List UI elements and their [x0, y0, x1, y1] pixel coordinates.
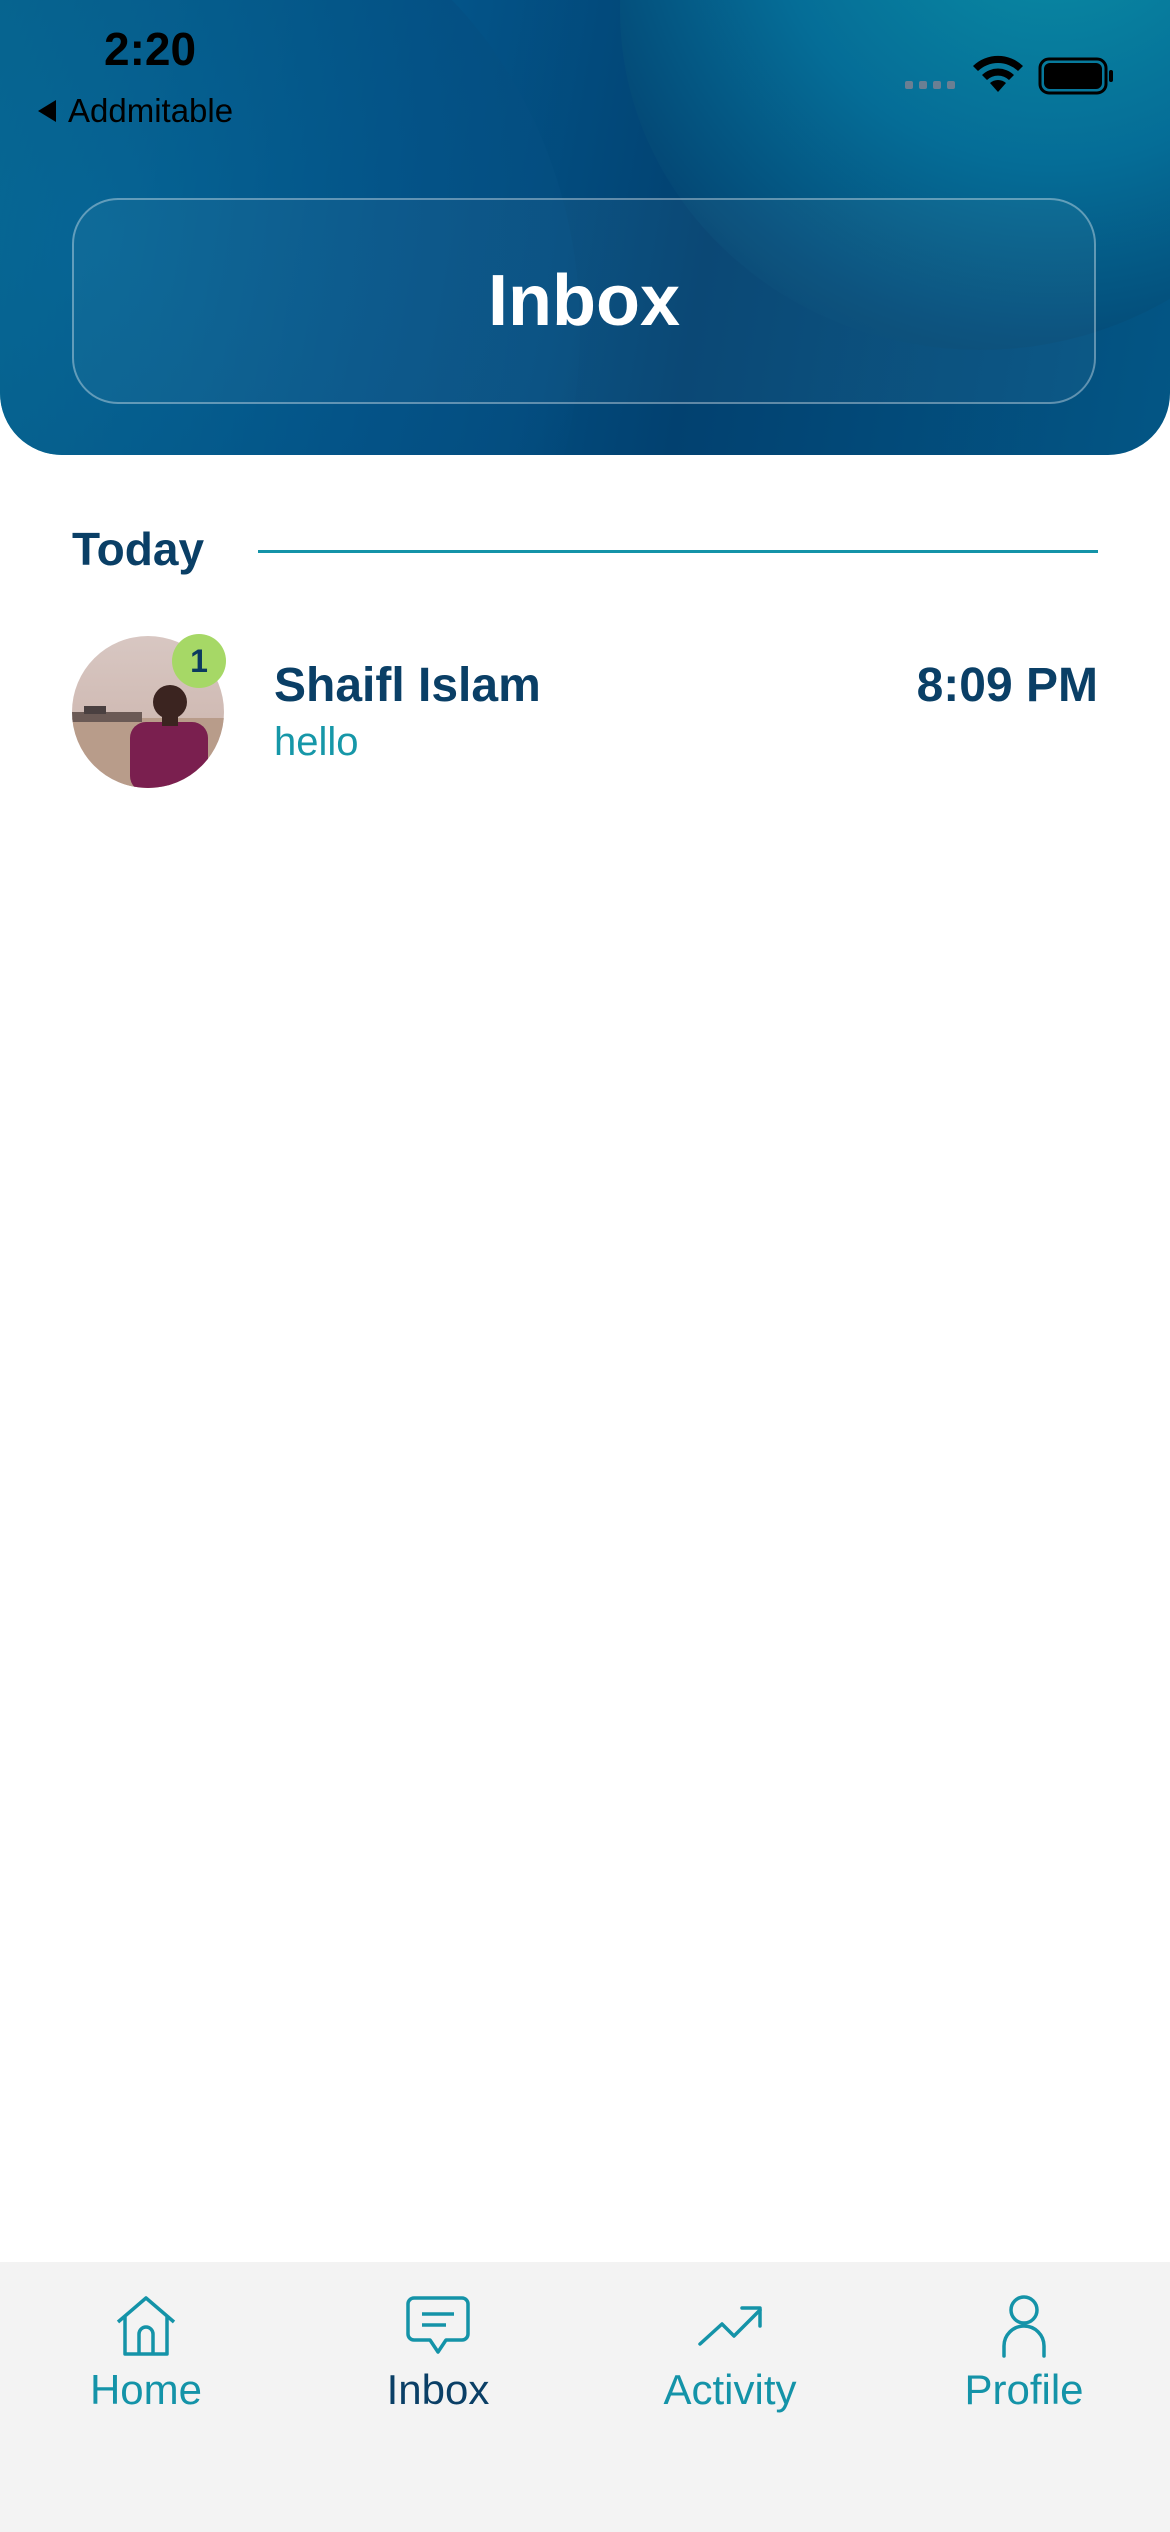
tab-inbox[interactable]: Inbox — [328, 2290, 548, 2414]
tab-inbox-label: Inbox — [386, 2366, 490, 2413]
page-title: Inbox — [72, 198, 1096, 404]
status-time: 2:20 — [104, 23, 197, 75]
back-to-app-link[interactable]: Addmitable — [38, 92, 233, 130]
header: 2:20 Addmitable Inbox — [0, 0, 1170, 455]
message-time: 8:09 PM — [916, 659, 1098, 712]
conversation-item[interactable]: 1 Shaifl Islam hello 8:09 PM — [72, 634, 1098, 790]
contact-name: Shaifl Islam — [274, 659, 541, 712]
tab-bar: Home Inbox Activity Profile — [0, 2262, 1170, 2532]
tab-profile[interactable]: Profile — [914, 2290, 1134, 2414]
tab-home-label: Home — [89, 2366, 203, 2413]
tab-activity-label: Activity — [663, 2366, 797, 2413]
wifi-icon — [973, 55, 1023, 92]
trending-up-icon — [694, 2290, 766, 2362]
unread-badge: 1 — [172, 634, 226, 688]
message-preview: hello — [274, 720, 359, 764]
user-icon — [988, 2290, 1060, 2362]
section-divider — [258, 550, 1098, 553]
tab-profile-label: Profile — [964, 2366, 1084, 2413]
chat-icon — [402, 2290, 474, 2362]
tab-home[interactable]: Home — [36, 2290, 256, 2414]
tab-activity[interactable]: Activity — [620, 2290, 840, 2414]
cellular-signal-icon — [905, 81, 955, 89]
battery-icon — [1038, 57, 1113, 95]
back-arrow-icon — [38, 100, 56, 122]
home-icon — [110, 2290, 182, 2362]
back-app-label: Addmitable — [68, 92, 234, 129]
section-title-today: Today — [72, 523, 205, 575]
